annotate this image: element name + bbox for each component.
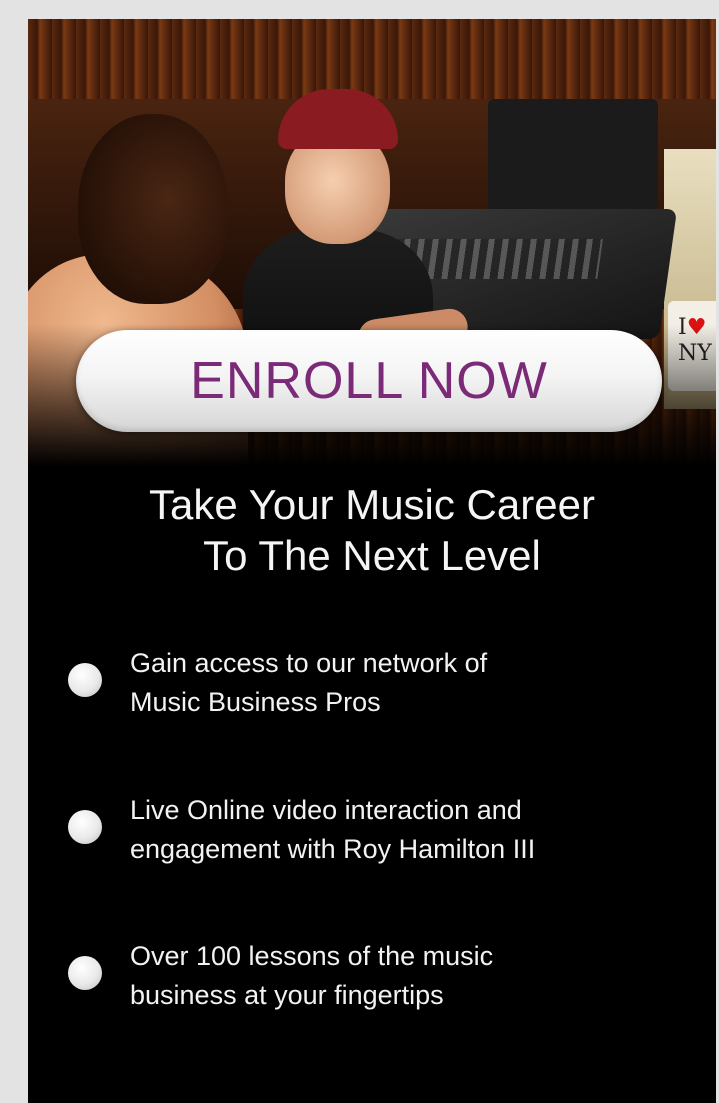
headline-line-1: Take Your Music Career [149, 481, 595, 528]
bullet-icon [68, 663, 102, 697]
artist-head [78, 114, 228, 304]
promo-card: I♥ NY ENROLL NOW Take Your Music Career … [28, 19, 716, 1103]
enroll-now-button[interactable]: ENROLL NOW [76, 330, 662, 432]
enroll-now-label: ENROLL NOW [190, 352, 548, 410]
feature-item: Live Online video interaction and engage… [28, 791, 716, 881]
feature-text: Gain access to our network of Music Busi… [130, 648, 488, 717]
feature-text: Live Online video interaction and engage… [130, 795, 536, 864]
bullet-icon [68, 956, 102, 990]
feature-text: Over 100 lessons of the music business a… [130, 941, 494, 1010]
red-cap [278, 89, 398, 149]
headline-line-2: To The Next Level [203, 532, 541, 579]
feature-item: Gain access to our network of Music Busi… [28, 644, 716, 734]
bullet-icon [68, 810, 102, 844]
headline: Take Your Music Career To The Next Level [28, 479, 716, 581]
feature-item: Over 100 lessons of the music business a… [28, 937, 716, 1027]
